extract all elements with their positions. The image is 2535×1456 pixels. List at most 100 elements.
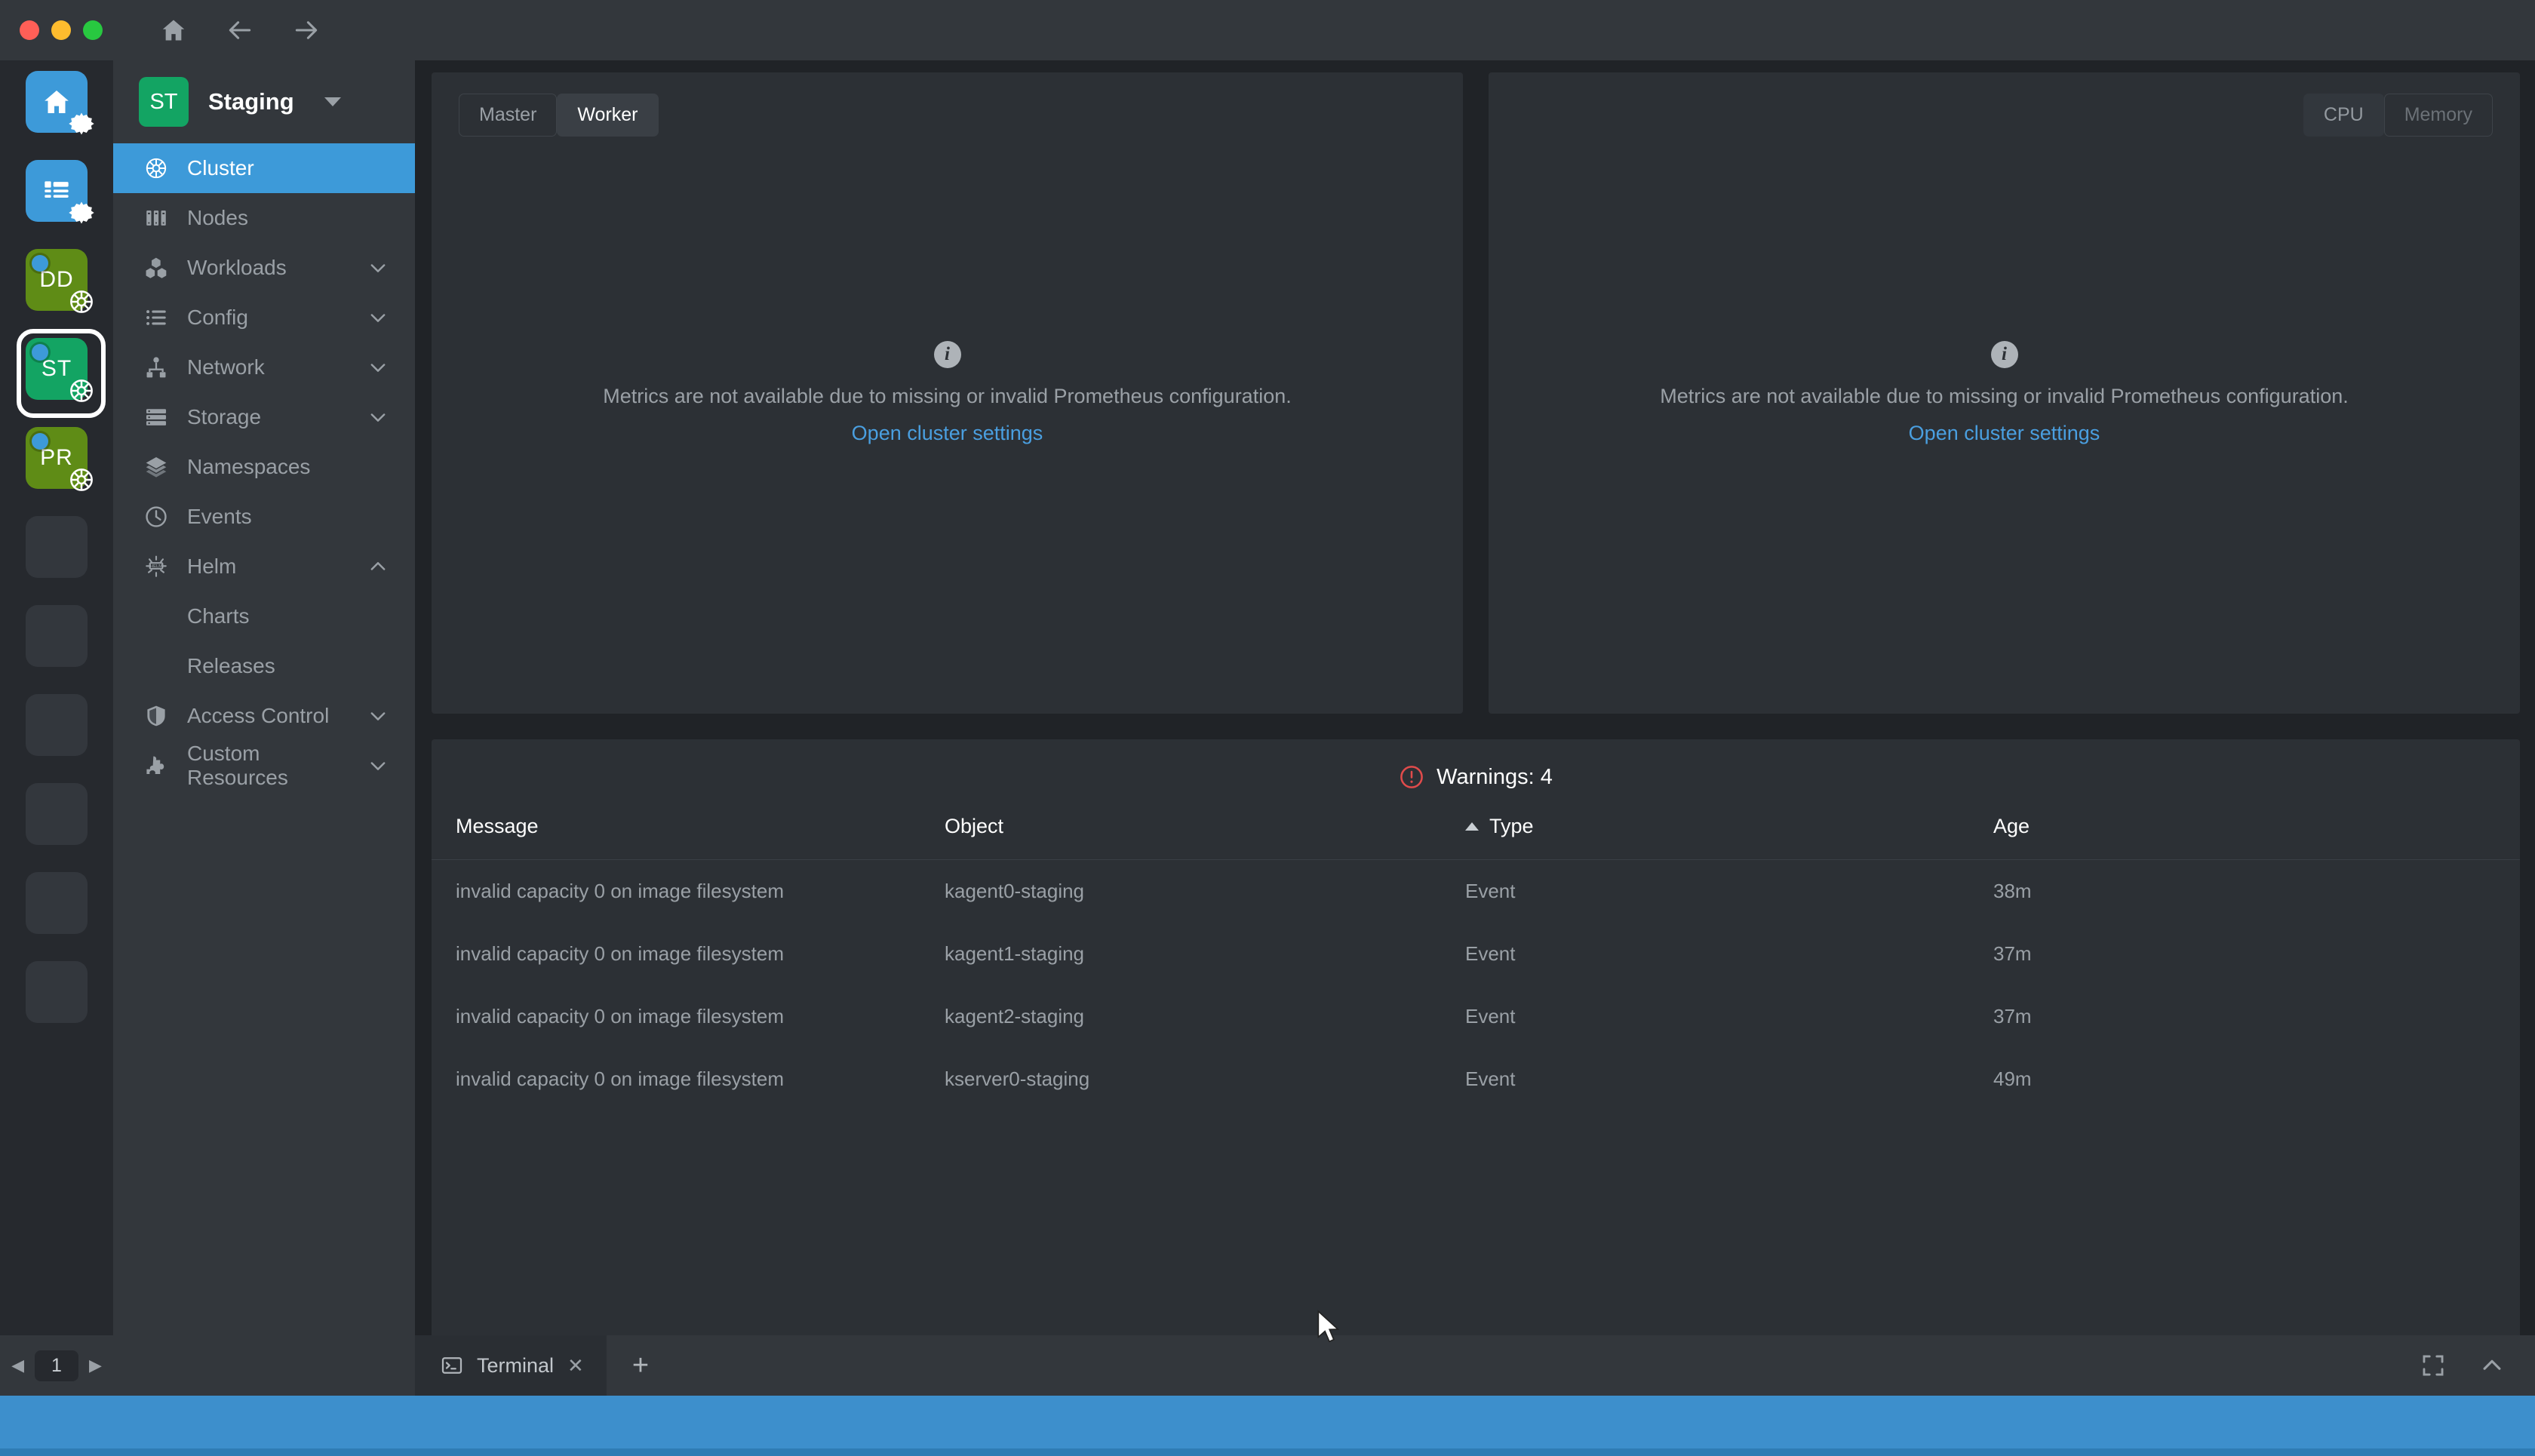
sort-ascending-icon <box>1465 822 1479 831</box>
close-window-button[interactable] <box>20 20 39 40</box>
sidebar-item-storage[interactable]: Storage <box>113 392 415 442</box>
rail-item-pr[interactable]: PR <box>26 427 88 489</box>
rail-next-page-button[interactable]: ▶ <box>89 1357 102 1374</box>
memory-tab[interactable]: Memory <box>2384 94 2493 137</box>
left-panel-empty-state: i Metrics are not available due to missi… <box>432 341 1463 445</box>
forward-arrow-icon[interactable] <box>288 12 324 48</box>
column-header-message[interactable]: Message <box>432 815 945 860</box>
sidebar-item-nodes[interactable]: Nodes <box>113 193 415 243</box>
terminal-bar-controls <box>2420 1353 2535 1378</box>
rail-item-empty-slot[interactable] <box>26 961 88 1023</box>
chevron-down-icon[interactable] <box>367 356 389 379</box>
rail-item-dd[interactable]: DD <box>26 249 88 311</box>
column-header-type[interactable]: Type <box>1465 815 1993 860</box>
sidebar-item-label: Namespaces <box>187 455 389 479</box>
sidebar-item-config[interactable]: Config <box>113 293 415 342</box>
connected-status-dot <box>32 344 48 361</box>
sidebar-item-label: Cluster <box>187 156 389 180</box>
chevron-down-icon[interactable] <box>367 306 389 329</box>
sidebar-item-releases[interactable]: Releases <box>113 641 415 691</box>
rail-item-empty-slot[interactable] <box>26 872 88 934</box>
table-row[interactable]: invalid capacity 0 on image filesystemka… <box>432 985 2520 1048</box>
sidebar-item-access-control[interactable]: Access Control <box>113 691 415 741</box>
events-table: Message Object Type Age invalid capacity… <box>432 815 2520 1110</box>
sidebar-item-label: Custom Resources <box>187 742 350 790</box>
clock-icon <box>142 502 171 531</box>
rail-empty-slot <box>26 961 88 1023</box>
rail-item-home[interactable] <box>26 71 88 133</box>
rail-item-st[interactable]: ST <box>26 338 88 400</box>
cluster-name: Staging <box>208 88 294 115</box>
rail-item-empty-slot[interactable] <box>26 516 88 578</box>
rail-empty-slot <box>26 694 88 756</box>
warnings-header: Warnings: 4 <box>432 739 2520 815</box>
sidebar-item-charts[interactable]: Charts <box>113 591 415 641</box>
sidebar-item-cluster[interactable]: Cluster <box>113 143 415 193</box>
worker-tab[interactable]: Worker <box>557 94 658 137</box>
terminal-close-button[interactable]: ✕ <box>567 1354 584 1378</box>
sidebar-item-label: Releases <box>187 654 389 678</box>
sidebar-item-label: Events <box>187 505 389 529</box>
cell-age: 38m <box>1993 860 2520 923</box>
terminal-icon <box>441 1354 463 1377</box>
right-open-cluster-settings-link[interactable]: Open cluster settings <box>1489 422 2520 445</box>
minimize-window-button[interactable] <box>51 20 71 40</box>
add-terminal-button[interactable]: + <box>632 1351 649 1380</box>
chevron-down-icon[interactable] <box>324 97 341 106</box>
sidebar-item-namespaces[interactable]: Namespaces <box>113 442 415 492</box>
sidebar-item-workloads[interactable]: Workloads <box>113 243 415 293</box>
cluster-selector[interactable]: ST Staging <box>113 60 415 143</box>
right-panel-toolbar: CPU Memory <box>1489 72 2520 137</box>
chevron-down-icon[interactable] <box>367 406 389 429</box>
chevron-up-icon[interactable] <box>2479 1353 2505 1378</box>
rail-pagination: ◀ 1 ▶ <box>0 1335 113 1396</box>
chevron-down-icon[interactable] <box>367 256 389 279</box>
sidebar-item-events[interactable]: Events <box>113 492 415 542</box>
cpu-tab[interactable]: CPU <box>2303 94 2384 137</box>
table-row[interactable]: invalid capacity 0 on image filesystemks… <box>432 1048 2520 1110</box>
connected-status-dot <box>32 255 48 272</box>
puzzle-icon <box>142 751 171 780</box>
rail-page-number[interactable]: 1 <box>35 1350 78 1381</box>
config-icon <box>142 303 171 332</box>
rail-item-empty-slot[interactable] <box>26 605 88 667</box>
column-header-object[interactable]: Object <box>945 815 1465 860</box>
column-header-type-label: Type <box>1489 815 1534 838</box>
cell-object: kserver0-staging <box>945 1048 1465 1110</box>
table-row[interactable]: invalid capacity 0 on image filesystemka… <box>432 923 2520 985</box>
cell-object: kagent0-staging <box>945 860 1465 923</box>
sidebar-item-network[interactable]: Network <box>113 342 415 392</box>
chevron-up-icon[interactable] <box>367 555 389 578</box>
rail-item-empty-slot[interactable] <box>26 694 88 756</box>
kubernetes-icon <box>65 285 98 318</box>
sidebar-item-label: Nodes <box>187 206 389 230</box>
resource-metrics-panel: CPU Memory i Metrics are not available d… <box>1489 72 2520 714</box>
table-row[interactable]: invalid capacity 0 on image filesystemka… <box>432 860 2520 923</box>
terminal-tab[interactable]: Terminal ✕ <box>415 1335 607 1396</box>
fullscreen-icon[interactable] <box>2420 1353 2446 1378</box>
cluster-rail-list: DD ST PR <box>0 71 113 1050</box>
sidebar-item-label: Access Control <box>187 704 350 728</box>
sidebar-nav: Cluster Nodes WorkloadsConfigNetworkStorag… <box>113 143 415 791</box>
terminal-tab-label: Terminal <box>477 1354 554 1378</box>
back-arrow-icon[interactable] <box>222 12 258 48</box>
home-icon[interactable] <box>155 12 192 48</box>
title-bar <box>0 0 2535 60</box>
rail-empty-slot <box>26 605 88 667</box>
sidebar-item-custom-resources[interactable]: Custom Resources <box>113 741 415 791</box>
events-panel: Warnings: 4 Message Object Type Age <box>432 739 2520 1350</box>
sidebar-item-helm[interactable]: HELMHelm <box>113 542 415 591</box>
svg-text:HELM: HELM <box>150 564 162 569</box>
chevron-down-icon[interactable] <box>367 754 389 777</box>
rail-item-empty-slot[interactable] <box>26 783 88 845</box>
rail-empty-slot <box>26 783 88 845</box>
maximize-window-button[interactable] <box>83 20 103 40</box>
cluster-avatar: ST <box>139 77 189 127</box>
column-header-age[interactable]: Age <box>1993 815 2520 860</box>
chevron-down-icon[interactable] <box>367 705 389 727</box>
storage-icon <box>142 403 171 432</box>
master-tab[interactable]: Master <box>459 94 557 137</box>
left-open-cluster-settings-link[interactable]: Open cluster settings <box>432 422 1463 445</box>
rail-prev-page-button[interactable]: ◀ <box>11 1357 24 1374</box>
rail-item-catalog[interactable] <box>26 160 88 222</box>
